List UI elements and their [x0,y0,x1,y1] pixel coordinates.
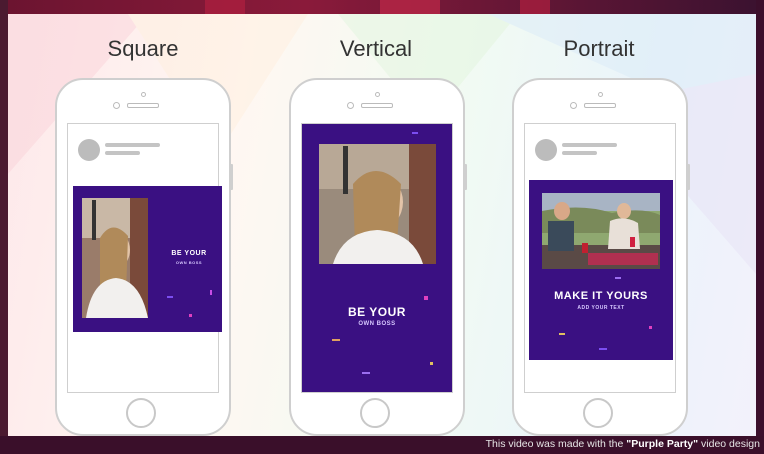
phone-side-button [464,164,467,190]
headline-text: MAKE IT YOURS [554,290,648,302]
background-decoration [205,0,245,14]
glitch-mark [412,132,418,134]
home-button-icon[interactable] [126,398,156,428]
post-meta-placeholder [562,151,597,155]
headline-text: BE YOUR [171,250,207,257]
phone-side-button [687,164,690,190]
canvas: Square Vertical Portrait BE YOUR OWN BOS… [0,0,764,454]
glitch-mark [362,372,370,374]
glitch-mark [649,326,652,329]
glitch-mark [210,290,212,295]
design-credit-caption: This video was made with the "Purple Par… [426,438,760,450]
subline-text: OWN BOSS [175,260,203,265]
glitch-mark [430,362,433,365]
phone-speaker [584,103,616,108]
video-post-portrait[interactable]: MAKE IT YOURS ADD YOUR TEXT [529,180,673,360]
background-decoration [380,0,440,14]
heading-portrait: Portrait [563,36,635,61]
phone-camera-icon [347,102,354,109]
woman-photo [82,198,148,318]
subline-text: OWN BOSS [358,321,396,327]
subline-text: ADD YOUR TEXT [577,305,625,311]
video-post-square[interactable]: BE YOUR OWN BOSS [73,186,222,332]
caption-design-name: "Purple Party" [626,438,699,450]
background-decoration [520,0,550,14]
woman-photo-image [319,144,436,264]
woman-photo [319,144,436,264]
picnic-photo-image [542,193,660,269]
phone-sensor [141,92,146,97]
glitch-mark [559,333,565,335]
glitch-mark [615,277,621,279]
phone-side-button [230,164,233,190]
phone-camera-icon [113,102,120,109]
heading-vertical: Vertical [339,36,413,61]
glitch-mark [167,296,173,298]
post-username-placeholder [105,143,160,147]
glitch-mark [189,314,192,317]
home-button-icon[interactable] [583,398,613,428]
phone-sensor [375,92,380,97]
caption-prefix: This video was made with the [485,438,627,450]
phone-speaker [127,103,159,108]
phone-sensor [598,92,603,97]
avatar-placeholder-icon [535,139,557,161]
picnic-photo [542,193,660,269]
phone-speaker [361,103,393,108]
phone-screen: BE YOUR OWN BOSS [67,123,222,393]
caption-suffix: video design [698,438,760,450]
phone-mockup-portrait: MAKE IT YOURS ADD YOUR TEXT [512,78,690,436]
heading-square: Square [107,36,179,61]
video-post-vertical[interactable]: BE YOUR OWN BOSS [302,124,452,392]
woman-photo-image [82,198,148,318]
post-username-placeholder [562,143,617,147]
background-right-edge [756,0,764,454]
headline-text: BE YOUR [348,305,406,319]
background-left-edge [0,0,8,454]
phone-mockup-vertical: BE YOUR OWN BOSS [289,78,467,436]
home-button-icon[interactable] [360,398,390,428]
phone-screen: BE YOUR OWN BOSS [301,123,453,393]
post-meta-placeholder [105,151,140,155]
phone-camera-icon [570,102,577,109]
avatar-placeholder-icon [78,139,100,161]
phone-screen: MAKE IT YOURS ADD YOUR TEXT [524,123,676,393]
glitch-mark [332,339,340,341]
glitch-mark [424,296,428,300]
phone-mockup-square: BE YOUR OWN BOSS [55,78,233,436]
glitch-mark [599,348,607,350]
